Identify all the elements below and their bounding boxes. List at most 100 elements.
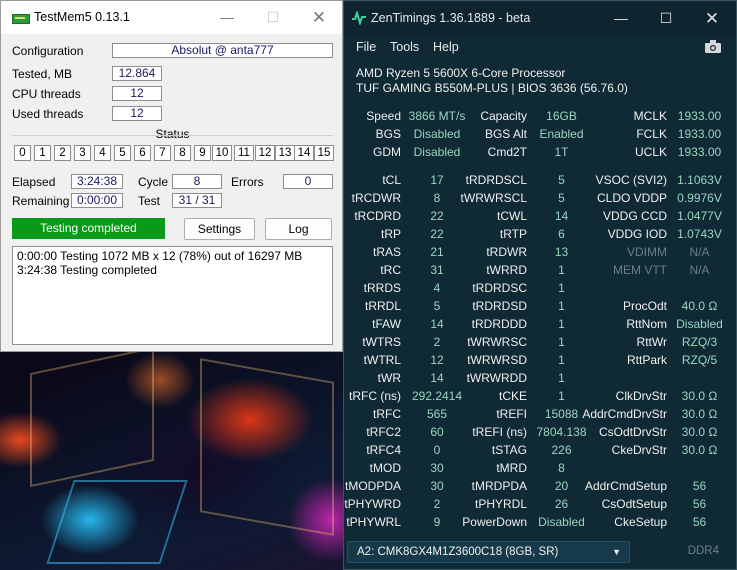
timing-label: tMODPDA bbox=[344, 479, 401, 493]
timing-label: tRAS bbox=[372, 245, 401, 259]
elapsed-value: 3:24:38 bbox=[71, 174, 123, 189]
configuration-value: Absolut @ anta777 bbox=[112, 43, 333, 58]
minimize-button[interactable]: — bbox=[598, 1, 644, 36]
timing-label: tRDRDSD bbox=[472, 299, 527, 313]
menu-help[interactable]: Help bbox=[433, 40, 459, 54]
testmem-window: TestMem5 0.13.1 — ☐ ✕ Configuration Abso… bbox=[0, 0, 343, 352]
timing-value: 20 bbox=[554, 479, 569, 493]
timing-label: AddrCmdDrvStr bbox=[582, 407, 667, 421]
thread-status-box: 6 bbox=[134, 145, 151, 161]
log-button[interactable]: Log bbox=[265, 218, 332, 240]
cpu-name: AMD Ryzen 5 5600X 6-Core Processor bbox=[356, 66, 566, 80]
timing-label: tRDRDSC bbox=[472, 281, 527, 295]
thread-status-box: 15 bbox=[314, 145, 334, 161]
tested-value: 12.864 bbox=[112, 66, 162, 81]
timing-value: 565 bbox=[426, 407, 448, 421]
log-output[interactable]: 0:00:00 Testing 1072 MB x 12 (78%) out o… bbox=[12, 246, 333, 345]
timing-label: tRDRDSCL bbox=[465, 173, 527, 187]
timing-value: N/A bbox=[689, 263, 710, 277]
motherboard-bios: TUF GAMING B550M-PLUS | BIOS 3636 (56.76… bbox=[356, 81, 628, 95]
timing-value: 292.2414 bbox=[411, 389, 463, 403]
camera-icon[interactable] bbox=[705, 40, 721, 53]
zentimings-app-icon bbox=[352, 11, 366, 25]
timing-label: ProcOdt bbox=[622, 299, 667, 313]
timing-value: Disabled bbox=[413, 145, 461, 159]
memory-type-label: DDR4 bbox=[687, 545, 719, 557]
minimize-button[interactable]: — bbox=[204, 1, 250, 34]
timing-value: 1.0743V bbox=[677, 227, 722, 241]
timing-value: 5 bbox=[558, 173, 565, 187]
timing-value: 0.9976V bbox=[677, 191, 722, 205]
close-button[interactable]: ✕ bbox=[296, 1, 342, 34]
timing-value: 12 bbox=[430, 353, 444, 367]
zentimings-window: ZenTimings 1.36.1889 - beta — ☐ ✕ File T… bbox=[343, 0, 737, 570]
timing-label: tWRWRSCL bbox=[460, 191, 527, 205]
status-divider bbox=[12, 135, 333, 136]
timing-value: 226 bbox=[551, 443, 572, 457]
timing-label: FCLK bbox=[636, 127, 667, 141]
timing-value: N/A bbox=[689, 245, 710, 259]
errors-label: Errors bbox=[231, 175, 264, 189]
timing-label: tPHYWRD bbox=[344, 497, 401, 511]
timing-label: BGS Alt bbox=[484, 127, 527, 141]
timing-label: CkeSetup bbox=[614, 515, 667, 529]
timing-label: AddrCmdSetup bbox=[584, 479, 667, 493]
timing-label: VSOC (SVI2) bbox=[595, 173, 667, 187]
timing-label: PowerDown bbox=[462, 515, 527, 529]
thread-status-box: 4 bbox=[94, 145, 111, 161]
menu-file[interactable]: File bbox=[356, 40, 376, 54]
wallpaper-cube-shape bbox=[200, 358, 334, 536]
timing-value: 56 bbox=[692, 497, 707, 511]
settings-button[interactable]: Settings bbox=[184, 218, 255, 240]
timing-value: 1 bbox=[558, 335, 565, 349]
timing-label: CkeDrvStr bbox=[611, 443, 667, 457]
timing-label: tCWL bbox=[497, 209, 527, 223]
timing-label: Cmd2T bbox=[487, 145, 527, 159]
timing-value: 5 bbox=[433, 299, 441, 313]
timing-value: 1933.00 bbox=[677, 109, 722, 123]
timing-label: VDIMM bbox=[627, 245, 667, 259]
errors-value: 0 bbox=[283, 174, 333, 189]
timing-label: ClkDrvStr bbox=[615, 389, 667, 403]
timing-label: tPHYWRL bbox=[346, 515, 401, 529]
timing-label: tRFC4 bbox=[366, 443, 401, 457]
thread-status-box: 7 bbox=[154, 145, 171, 161]
timing-label: RttWr bbox=[636, 335, 667, 349]
timing-value: 60 bbox=[430, 425, 444, 439]
timing-value: 6 bbox=[558, 227, 565, 241]
wallpaper-cube-shape bbox=[30, 346, 154, 488]
timing-value: 9 bbox=[433, 515, 441, 529]
timing-value: 3866 MT/s bbox=[408, 109, 466, 123]
timing-value: 1.1063V bbox=[677, 173, 722, 187]
timing-value: 8 bbox=[558, 461, 565, 475]
testmem-titlebar[interactable]: TestMem5 0.13.1 — ☐ ✕ bbox=[1, 1, 342, 34]
timing-label: tRDRDDD bbox=[471, 317, 527, 331]
wallpaper-cube-shape bbox=[46, 480, 188, 564]
timing-label: tWTRL bbox=[363, 353, 401, 367]
menu-tools[interactable]: Tools bbox=[390, 40, 419, 54]
timing-label: tCL bbox=[382, 173, 401, 187]
timing-label: CsOdtSetup bbox=[601, 497, 667, 511]
thread-status-box: 12 bbox=[255, 145, 275, 161]
close-button[interactable]: ✕ bbox=[689, 1, 735, 36]
thread-status-box: 14 bbox=[294, 145, 314, 161]
thread-status-box: 8 bbox=[174, 145, 191, 161]
maximize-button[interactable]: ☐ bbox=[643, 1, 689, 36]
timing-label: RttNom bbox=[626, 317, 667, 331]
used-threads-label: Used threads bbox=[12, 107, 84, 121]
remaining-value: 0:00:00 bbox=[71, 193, 123, 208]
timing-value: RZQ/3 bbox=[681, 335, 718, 349]
dimm-select[interactable]: A2: CMK8GX4M1Z3600C18 (8GB, SR) ▼ bbox=[347, 541, 630, 563]
timing-value: 1.0477V bbox=[677, 209, 722, 223]
timing-value: 30.0 Ω bbox=[681, 425, 718, 439]
thread-status-box: 2 bbox=[54, 145, 71, 161]
timing-value: 1 bbox=[558, 317, 565, 331]
thread-status-box: 10 bbox=[212, 145, 232, 161]
timing-value: 30.0 Ω bbox=[681, 407, 718, 421]
log-line: 0:00:00 Testing 1072 MB x 12 (78%) out o… bbox=[17, 249, 303, 263]
timing-value: 2 bbox=[433, 335, 441, 349]
timing-value: 1933.00 bbox=[677, 145, 722, 159]
timing-value: 22 bbox=[430, 227, 444, 241]
zentimings-titlebar[interactable]: ZenTimings 1.36.1889 - beta — ☐ ✕ bbox=[344, 1, 736, 36]
timing-value: 7804.138 bbox=[536, 425, 587, 439]
